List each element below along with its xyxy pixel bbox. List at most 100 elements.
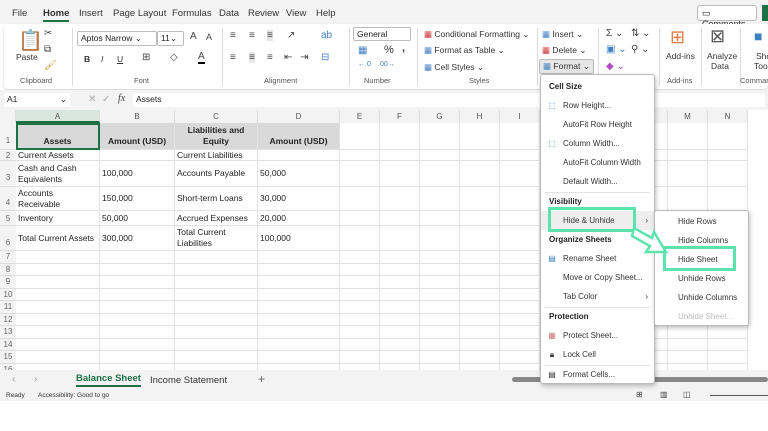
cell[interactable]: Inventory [16,211,100,226]
cell[interactable] [100,288,175,301]
tab-color-item[interactable]: Tab Color › [541,287,654,306]
sheet-tab-income-statement[interactable]: Income Statement [150,375,227,386]
cell[interactable] [340,226,380,251]
cell[interactable] [500,211,540,226]
copy-icon[interactable]: ⧉ [44,44,51,55]
cell[interactable] [460,351,500,364]
cell[interactable] [420,211,460,226]
autofit-row-item[interactable]: AutoFit Row Height [541,115,654,134]
sheet-tab-balance-sheet[interactable]: Balance Sheet [76,373,141,387]
cell[interactable] [340,251,380,264]
cell[interactable] [100,351,175,364]
unhide-columns-item[interactable]: Unhide Columns [655,288,748,307]
font-color-icon[interactable]: A [198,51,205,64]
add-sheet-button[interactable]: + [258,372,265,386]
cell[interactable] [460,161,500,187]
row-height-item[interactable]: ⬚ Row Height... [541,96,654,115]
next-sheet-icon[interactable]: › [34,374,37,385]
select-all-corner[interactable] [0,110,16,123]
cell[interactable]: Current Liabilities [175,150,258,161]
cell[interactable] [460,187,500,211]
cell[interactable]: Amount (USD) [258,123,340,150]
align-left-icon[interactable]: ≡ [230,52,236,63]
cell[interactable] [175,276,258,289]
default-width-item[interactable]: Default Width... [541,172,654,191]
cell[interactable]: 100,000 [100,161,175,187]
add-ins-icon[interactable]: ⊞ [670,27,685,48]
cell[interactable] [258,276,340,289]
cell[interactable] [708,123,748,150]
row-header[interactable]: 6 [0,226,16,251]
cell[interactable] [340,211,380,226]
column-header[interactable]: B [100,110,175,123]
cell[interactable] [500,226,540,251]
column-header[interactable]: D [258,110,340,123]
move-copy-sheet-item[interactable]: Move or Copy Sheet... [541,268,654,287]
cell[interactable] [420,187,460,211]
cell[interactable]: 30,000 [258,187,340,211]
comments-button[interactable]: ▭ Comments [697,5,757,29]
cell[interactable] [340,313,380,326]
autofit-column-item[interactable]: AutoFit Column Width [541,153,654,172]
cell[interactable] [16,313,100,326]
tab-data[interactable]: Data [219,8,239,19]
cell[interactable]: Total Current Liabilities [175,226,258,251]
column-header[interactable]: H [460,110,500,123]
align-center-icon[interactable]: ≡ [249,52,255,63]
cell[interactable] [258,301,340,314]
cell[interactable] [175,338,258,351]
fill-icon[interactable]: ▣ ⌄ [606,44,627,55]
formula-input[interactable]: Assets [133,93,765,107]
cell[interactable] [16,301,100,314]
cell[interactable] [340,326,380,339]
cell[interactable] [16,251,100,264]
cell[interactable] [100,338,175,351]
column-header[interactable]: M [668,110,708,123]
cell[interactable] [500,187,540,211]
underline-button[interactable]: U [117,54,123,64]
cell[interactable] [500,263,540,276]
cell[interactable] [420,150,460,161]
cell[interactable] [460,211,500,226]
cell[interactable] [175,288,258,301]
prev-sheet-icon[interactable]: ‹ [12,374,15,385]
cell[interactable]: 50,000 [100,211,175,226]
cell[interactable] [420,226,460,251]
cell[interactable] [258,288,340,301]
decrease-indent-icon[interactable]: ⇤ [284,52,292,63]
cell[interactable] [100,313,175,326]
cell[interactable] [380,326,420,339]
orientation-icon[interactable]: ↗ [287,30,295,41]
cell[interactable] [420,276,460,289]
cell[interactable] [340,161,380,187]
cell[interactable]: 100,000 [258,226,340,251]
cell[interactable] [668,150,708,161]
cell[interactable]: Accrued Expenses [175,211,258,226]
cell[interactable] [420,313,460,326]
cell[interactable] [420,301,460,314]
normal-view-icon[interactable]: ⊞ [636,390,643,399]
column-header[interactable]: G [420,110,460,123]
cell[interactable] [175,313,258,326]
cell[interactable] [380,211,420,226]
autosum-icon[interactable]: Σ ⌄ [606,28,623,39]
insert-function-button[interactable]: fx [118,93,125,104]
tab-review[interactable]: Review [248,8,279,19]
cell[interactable] [175,251,258,264]
row-header[interactable]: 14 [0,338,16,351]
cell[interactable] [340,187,380,211]
column-header[interactable]: E [340,110,380,123]
increase-font-icon[interactable]: A [190,31,197,42]
clear-icon[interactable]: ◆ ⌄ [606,61,625,72]
cell[interactable] [500,150,540,161]
cell[interactable] [380,251,420,264]
cell[interactable] [380,301,420,314]
cell[interactable] [460,301,500,314]
cell[interactable] [500,276,540,289]
format-as-table-button[interactable]: ▦ Format as Table ⌄ [424,45,505,56]
cell[interactable] [500,288,540,301]
align-right-icon[interactable]: ≡ [267,52,273,63]
cell[interactable] [500,313,540,326]
tab-help[interactable]: Help [316,8,336,19]
row-header[interactable]: 12 [0,313,16,326]
